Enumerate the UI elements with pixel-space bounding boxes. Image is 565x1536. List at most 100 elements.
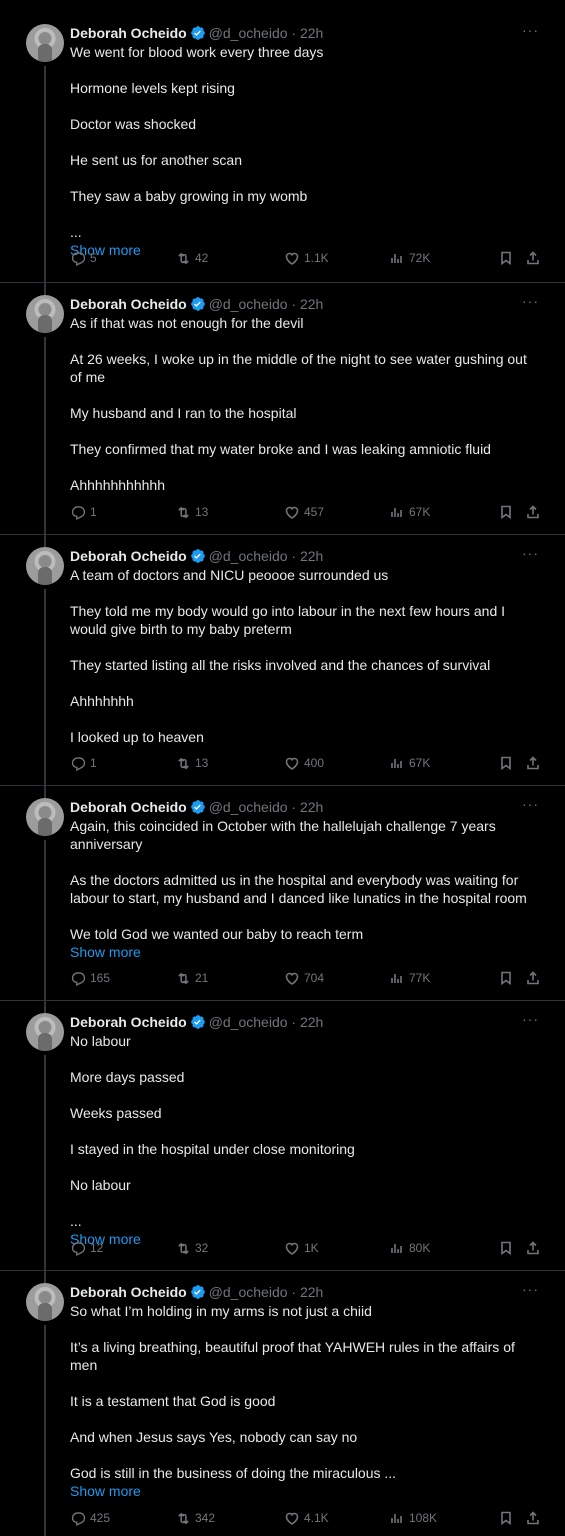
share-button[interactable] xyxy=(525,754,541,772)
tweet-text-line: ... xyxy=(70,224,82,240)
tweet[interactable]: Deborah Ocheido @d_ocheido · 22h ··· We … xyxy=(0,12,565,296)
author-name[interactable]: Deborah Ocheido xyxy=(70,1284,187,1300)
like-button[interactable]: 400 xyxy=(284,754,324,772)
tweet-text-line: At 26 weeks, I woke up in the middle of … xyxy=(70,351,527,385)
avatar[interactable] xyxy=(26,547,64,585)
author-name[interactable]: Deborah Ocheido xyxy=(70,799,187,815)
repost-button[interactable]: 13 xyxy=(175,503,208,521)
reply-button[interactable]: 1 xyxy=(70,503,97,521)
like-count: 1.1K xyxy=(304,251,329,265)
repost-button[interactable]: 32 xyxy=(175,1239,208,1257)
verified-badge-icon xyxy=(190,297,205,311)
like-button[interactable]: 704 xyxy=(284,969,324,987)
tweet-time[interactable]: 22h xyxy=(300,1014,323,1030)
tweet-time[interactable]: 22h xyxy=(300,548,323,564)
reply-button[interactable]: 12 xyxy=(70,1239,103,1257)
reply-button[interactable]: 1 xyxy=(70,754,97,772)
views-button[interactable]: 77K xyxy=(389,969,430,987)
tweet[interactable]: Deborah Ocheido @d_ocheido · 22h ··· So … xyxy=(0,1270,565,1536)
more-options-icon[interactable]: ··· xyxy=(522,22,539,38)
more-options-icon[interactable]: ··· xyxy=(522,1011,539,1027)
views-button[interactable]: 108K xyxy=(389,1509,437,1527)
reply-button[interactable]: 425 xyxy=(70,1509,110,1527)
tweet-text-line: My husband and I ran to the hospital xyxy=(70,405,297,421)
tweet[interactable]: Deborah Ocheido @d_ocheido · 22h ··· Aga… xyxy=(0,785,565,1015)
avatar[interactable] xyxy=(26,1013,64,1051)
verified-badge-icon xyxy=(190,800,205,814)
views-chart-icon xyxy=(391,1244,402,1253)
more-options-icon[interactable]: ··· xyxy=(522,545,539,561)
tweet-time[interactable]: 22h xyxy=(300,1284,323,1300)
bookmark-button[interactable] xyxy=(498,1509,514,1527)
views-button[interactable]: 80K xyxy=(389,1239,430,1257)
tweet[interactable]: Deborah Ocheido @d_ocheido · 22h ··· A t… xyxy=(0,534,565,800)
like-button[interactable]: 4.1K xyxy=(284,1509,329,1527)
views-button[interactable]: 67K xyxy=(389,503,430,521)
share-button[interactable] xyxy=(525,1509,541,1527)
share-icon xyxy=(527,971,539,985)
reply-button[interactable]: 5 xyxy=(70,249,97,267)
more-options-icon[interactable]: ··· xyxy=(522,293,539,309)
tweet-header: Deborah Ocheido @d_ocheido · 22h xyxy=(70,1013,323,1031)
author-name[interactable]: Deborah Ocheido xyxy=(70,296,187,312)
thread-connector-line xyxy=(44,66,46,296)
tweet-time[interactable]: 22h xyxy=(300,799,323,815)
show-more-link[interactable]: Show more xyxy=(70,1482,540,1500)
author-handle[interactable]: @d_ocheido xyxy=(209,296,288,312)
like-button[interactable]: 457 xyxy=(284,503,324,521)
repost-button[interactable]: 42 xyxy=(175,249,208,267)
author-name[interactable]: Deborah Ocheido xyxy=(70,548,187,564)
repost-button[interactable]: 21 xyxy=(175,969,208,987)
repost-button[interactable]: 13 xyxy=(175,754,208,772)
tweet-text-line: No labour xyxy=(70,1033,131,1049)
thread-connector-line xyxy=(44,337,46,549)
verified-badge-icon xyxy=(190,26,205,40)
bookmark-button[interactable] xyxy=(498,754,514,772)
avatar[interactable] xyxy=(26,1283,64,1321)
like-count: 704 xyxy=(304,971,325,985)
author-handle[interactable]: @d_ocheido xyxy=(209,1014,288,1030)
views-button[interactable]: 67K xyxy=(389,754,430,772)
author-name[interactable]: Deborah Ocheido xyxy=(70,25,187,41)
bookmark-button[interactable] xyxy=(498,249,514,267)
share-button[interactable] xyxy=(525,249,541,267)
bookmark-button[interactable] xyxy=(498,969,514,987)
author-handle[interactable]: @d_ocheido xyxy=(209,25,288,41)
view-count: 67K xyxy=(409,756,431,770)
tweet-text-line: They started listing all the risks invol… xyxy=(70,657,491,673)
repost-count: 42 xyxy=(195,251,209,265)
author-name[interactable]: Deborah Ocheido xyxy=(70,1014,187,1030)
author-handle[interactable]: @d_ocheido xyxy=(209,1284,288,1300)
show-more-link[interactable]: Show more xyxy=(70,943,540,961)
tweet-time[interactable]: 22h xyxy=(300,296,323,312)
share-button[interactable] xyxy=(525,969,541,987)
view-count: 72K xyxy=(409,251,431,265)
more-options-icon[interactable]: ··· xyxy=(522,796,539,812)
repost-icon xyxy=(178,1242,189,1255)
views-chart-icon xyxy=(391,508,402,517)
tweet-time[interactable]: 22h xyxy=(300,25,323,41)
tweet[interactable]: Deborah Ocheido @d_ocheido · 22h ··· As … xyxy=(0,282,565,549)
like-button[interactable]: 1K xyxy=(284,1239,319,1257)
like-count: 4.1K xyxy=(304,1511,329,1525)
share-button[interactable] xyxy=(525,1239,541,1257)
avatar[interactable] xyxy=(26,798,64,836)
repost-count: 21 xyxy=(195,971,209,985)
tweet[interactable]: Deborah Ocheido @d_ocheido · 22h ··· No … xyxy=(0,1000,565,1285)
avatar[interactable] xyxy=(26,24,64,62)
reply-count: 1 xyxy=(90,505,97,519)
author-handle[interactable]: @d_ocheido xyxy=(209,799,288,815)
bookmark-button[interactable] xyxy=(498,1239,514,1257)
heart-icon xyxy=(285,252,299,265)
author-handle[interactable]: @d_ocheido xyxy=(209,548,288,564)
tweet-text-line: I looked up to heaven xyxy=(70,729,204,745)
avatar[interactable] xyxy=(26,295,64,333)
reply-button[interactable]: 165 xyxy=(70,969,110,987)
more-options-icon[interactable]: ··· xyxy=(522,1281,539,1297)
views-button[interactable]: 72K xyxy=(389,249,430,267)
share-button[interactable] xyxy=(525,503,541,521)
bookmark-button[interactable] xyxy=(498,503,514,521)
like-button[interactable]: 1.1K xyxy=(284,249,329,267)
repost-button[interactable]: 342 xyxy=(175,1509,215,1527)
tweet-text-line: They saw a baby growing in my womb xyxy=(70,188,308,204)
